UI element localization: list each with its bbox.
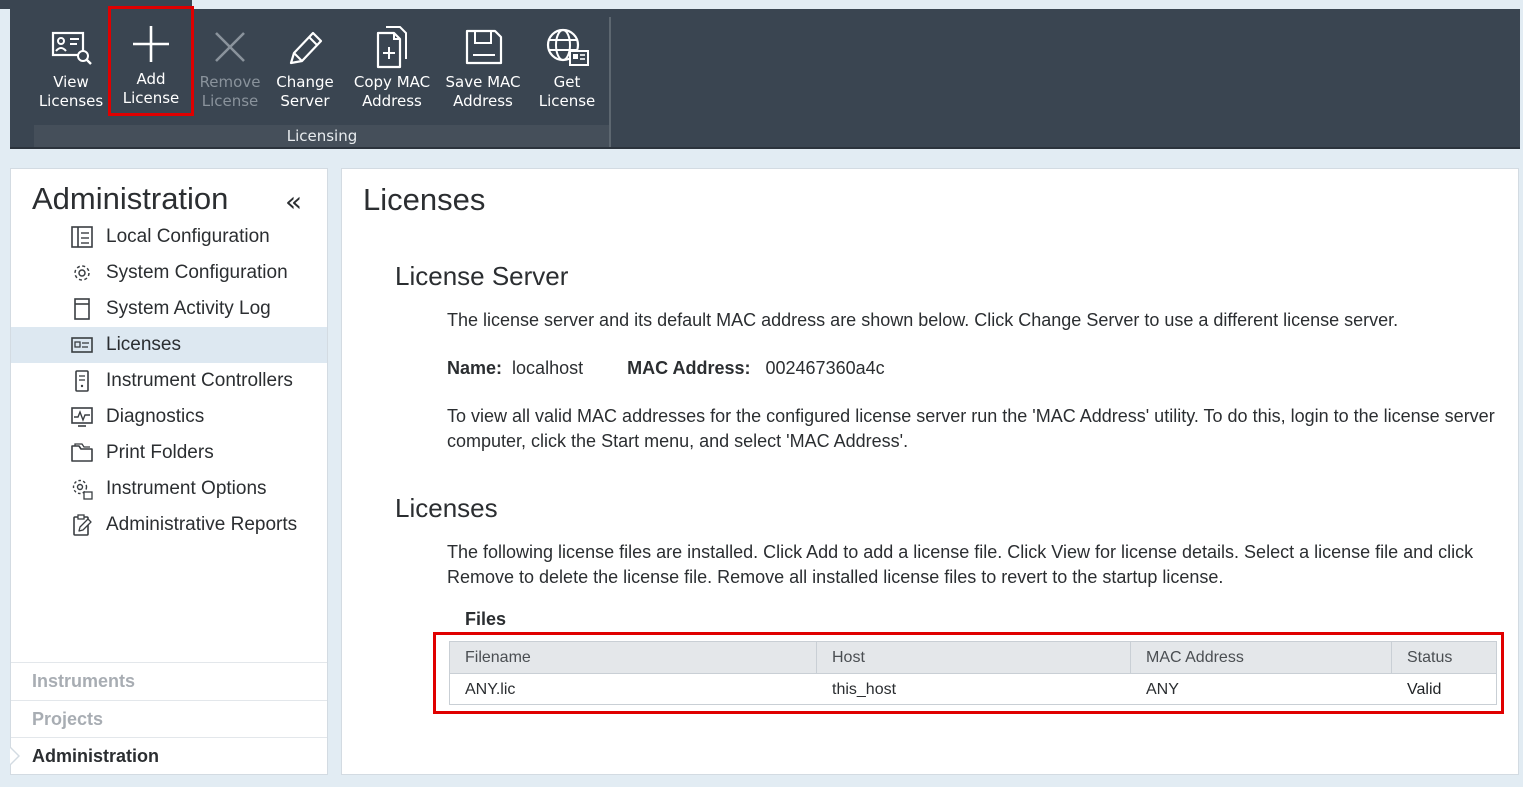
cell-filename: ANY.lic [465, 681, 516, 698]
local-configuration-icon [71, 226, 93, 248]
ribbon-bottom-border [10, 147, 1520, 149]
license-files-table: Filename Host MAC Address Status ANY.lic… [449, 641, 1497, 705]
main-content: Licenses License Server The license serv… [341, 168, 1519, 775]
nav-item-label: Local Configuration [106, 226, 270, 247]
reports-icon [73, 514, 92, 536]
instrument-options-icon [72, 479, 93, 500]
nav-section-instruments[interactable]: Instruments [11, 662, 327, 699]
ribbon-group-label: Licensing [34, 125, 610, 147]
column-header-filename[interactable]: Filename [450, 642, 817, 673]
copy-mac-address-label: Copy MAC Address [353, 73, 431, 110]
diagnostics-icon [71, 407, 93, 427]
cell-mac-address: ANY [1146, 681, 1179, 698]
licenses-intro: The following license files are installe… [447, 542, 1474, 587]
save-mac-address-label: Save MAC Address [445, 73, 521, 110]
plus-icon [133, 26, 169, 62]
view-licenses-button[interactable]: View Licenses [36, 19, 106, 117]
nav-item-label: Administrative Reports [106, 514, 298, 535]
ribbon-group-separator [609, 17, 611, 147]
remove-license-label: Remove License [199, 73, 261, 110]
nav-section-label: Projects [32, 709, 104, 729]
pencil-icon [289, 31, 323, 65]
change-server-label: Change Server [276, 73, 334, 110]
globe-license-icon [546, 28, 589, 66]
nav-section-projects[interactable]: Projects [11, 700, 327, 737]
nav-item-print-folders[interactable]: Print Folders [11, 435, 327, 471]
floppy-disk-icon [465, 29, 503, 65]
nav-item-local-configuration[interactable]: Local Configuration [11, 219, 327, 255]
nav-item-label: System Configuration [106, 262, 288, 283]
nav-item-instrument-controllers[interactable]: Instrument Controllers [11, 363, 327, 399]
ribbon-toolbar: View Licenses Add License Remove License… [10, 6, 1520, 149]
nav-section-label: Administration [32, 746, 160, 766]
nav-section-label: Instruments [32, 671, 136, 691]
nav-item-instrument-options[interactable]: Instrument Options [11, 471, 327, 507]
column-header-mac-address[interactable]: MAC Address [1131, 642, 1392, 673]
nav-item-label: Diagnostics [106, 406, 205, 427]
column-header-status[interactable]: Status [1392, 642, 1498, 673]
instrument-controller-icon [75, 370, 89, 392]
log-icon [74, 298, 90, 320]
view-licenses-icon [51, 31, 92, 65]
table-row[interactable]: ANY.lic this_host ANY Valid [450, 674, 1496, 705]
table-header: Filename Host MAC Address Status [450, 642, 1496, 674]
column-header-host[interactable]: Host [817, 642, 1131, 673]
nav-item-label: Instrument Controllers [106, 370, 293, 391]
cell-host: this_host [832, 681, 897, 698]
nav-section-administration[interactable]: Administration [10, 737, 327, 774]
change-server-button[interactable]: Change Server [272, 19, 338, 117]
get-license-label: Get License [538, 73, 596, 110]
licenses-heading: Licenses [395, 493, 498, 523]
mac-address-note: To view all valid MAC addresses for the … [447, 406, 1495, 451]
license-card-icon [71, 337, 93, 353]
nav-item-label: System Activity Log [106, 298, 271, 319]
page-title: Licenses [363, 182, 486, 217]
remove-license-button[interactable]: Remove License [196, 19, 264, 117]
add-license-button[interactable]: Add License [108, 6, 194, 116]
nav-item-administrative-reports[interactable]: Administrative Reports [11, 507, 327, 543]
nav-item-label: Print Folders [106, 442, 214, 463]
license-server-heading: License Server [395, 261, 569, 291]
view-licenses-label: View Licenses [38, 73, 104, 110]
files-label: Files [465, 609, 507, 629]
nav-item-system-configuration[interactable]: System Configuration [11, 255, 327, 291]
nav-item-system-activity-log[interactable]: System Activity Log [11, 291, 327, 327]
folder-icon [71, 443, 93, 462]
nav-item-licenses[interactable]: Licenses [11, 327, 327, 363]
server-name-value: localhost [512, 358, 584, 378]
nav-item-diagnostics[interactable]: Diagnostics [11, 399, 327, 435]
cell-status: Valid [1407, 681, 1442, 698]
top-strip [0, 0, 1523, 9]
copy-mac-address-button[interactable]: Copy MAC Address [348, 19, 436, 117]
add-license-label: Add License [122, 70, 180, 107]
server-name-label: Name: [447, 358, 503, 378]
nav-item-label: Instrument Options [106, 478, 267, 499]
files-table-highlight: Filename Host MAC Address Status ANY.lic… [433, 632, 1504, 714]
mac-address-value: 002467360a4c [765, 358, 885, 378]
collapse-panel-icon[interactable]: « [285, 185, 302, 218]
get-license-button[interactable]: Get License [532, 19, 602, 117]
navigation-panel: Administration « Local Configuration Sys… [10, 168, 328, 775]
license-server-intro: The license server and its default MAC a… [447, 310, 1399, 330]
save-mac-address-button[interactable]: Save MAC Address [442, 19, 524, 117]
gear-icon [74, 265, 90, 281]
license-server-details: Name: localhost MAC Address: 002467360a4… [447, 358, 885, 379]
copy-document-icon [376, 26, 407, 69]
nav-item-label: Licenses [106, 334, 181, 355]
mac-address-label: MAC Address: [627, 358, 751, 378]
nav-panel-title: Administration [32, 181, 229, 216]
x-icon [215, 32, 245, 62]
